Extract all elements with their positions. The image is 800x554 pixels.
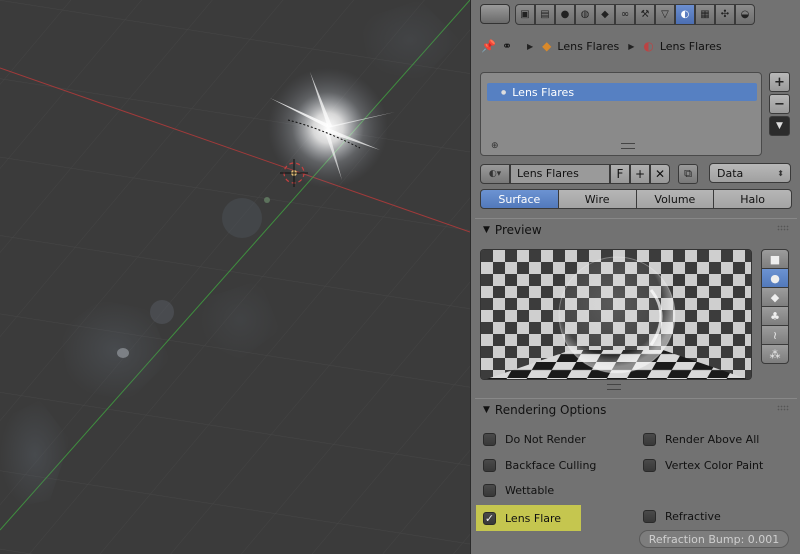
preview-sky-icon[interactable]: ⁂ <box>761 344 789 364</box>
chevron-right-icon: ▶ <box>628 41 635 51</box>
link-mode-select[interactable]: Data ⬍ <box>709 163 791 183</box>
collapse-triangle-icon: ▼ <box>483 224 490 235</box>
tab-surface[interactable]: Surface <box>480 189 559 209</box>
material-slot-item[interactable]: ● Lens Flares <box>487 83 757 101</box>
constraints-icon[interactable]: ∞ <box>615 4 635 25</box>
layers-icon[interactable]: ▤ <box>535 4 555 25</box>
preview-monkey-icon[interactable]: ♣ <box>761 306 789 326</box>
properties-header: ▣ ▤ ● ◍ ◆ ∞ ⚒ ▽ ◐ ▦ ✣ ◒ <box>471 0 800 30</box>
backface-culling-label: Backface Culling <box>505 459 597 472</box>
drag-handle-icon[interactable] <box>777 225 789 231</box>
physics-icon[interactable]: ◒ <box>735 4 755 25</box>
slot-specials-menu[interactable]: ▼ <box>769 116 790 136</box>
render-above-all-checkbox[interactable] <box>643 433 656 446</box>
drag-handle-icon[interactable] <box>777 405 789 411</box>
preview-render <box>481 250 751 379</box>
new-material-button[interactable]: + <box>630 163 650 184</box>
render-icon[interactable]: ▣ <box>515 4 535 25</box>
material-icon: ● <box>501 88 507 96</box>
preview-type-buttons: ■ ● ◆ ♣ ≀ ⁂ <box>761 249 789 364</box>
object-icon[interactable]: ◆ <box>595 4 615 25</box>
preview-panel-header[interactable]: ▼ Preview <box>475 218 797 240</box>
world-icon[interactable]: ◍ <box>575 4 595 25</box>
rendering-options-title: Rendering Options <box>494 402 607 417</box>
browse-material-button[interactable]: ◐▾ <box>480 163 510 184</box>
updown-arrow-icon: ⬍ <box>777 168 784 178</box>
wettable-label: Wettable <box>505 484 555 497</box>
render-above-all-option[interactable]: Render Above All <box>643 433 759 446</box>
3d-viewport[interactable] <box>0 0 470 554</box>
data-icon[interactable]: ▽ <box>655 4 675 25</box>
lens-flare-checkbox[interactable]: ✓ <box>483 511 496 525</box>
add-slot-button[interactable]: + <box>769 72 790 92</box>
scene-icon[interactable]: ● <box>555 4 575 25</box>
collapse-triangle-icon: ▼ <box>483 404 490 415</box>
backface-culling-checkbox[interactable] <box>483 459 496 472</box>
vertex-color-paint-checkbox[interactable] <box>643 459 656 472</box>
refractive-label: Refractive <box>665 510 721 523</box>
filter-icon[interactable]: ⊕ <box>491 141 499 151</box>
lens-flare-label: Lens Flare <box>505 511 562 525</box>
vertex-color-paint-label: Vertex Color Paint <box>665 459 764 472</box>
resize-grip[interactable] <box>607 384 621 390</box>
properties-editor: ▣ ▤ ● ◍ ◆ ∞ ⚒ ▽ ◐ ▦ ✣ ◒ 📌 ⚭ ▶ ◆ Lens Fla… <box>470 0 800 554</box>
lens-flare-option[interactable]: ✓ Lens Flare <box>476 505 581 531</box>
material-slot-label: Lens Flares <box>512 85 575 99</box>
unlink-material-button[interactable]: ✕ <box>650 163 670 184</box>
vertex-color-paint-option[interactable]: Vertex Color Paint <box>643 459 763 472</box>
breadcrumb-object: Lens Flares <box>557 39 620 53</box>
material-icon[interactable]: ◐ <box>675 4 695 25</box>
wettable-checkbox[interactable] <box>483 484 496 497</box>
do-not-render-label: Do Not Render <box>505 433 586 446</box>
slot-buttons: + − ▼ <box>769 72 791 138</box>
chevron-right-icon: ▶ <box>527 41 534 51</box>
render-above-all-label: Render Above All <box>665 433 760 446</box>
pin-icon[interactable]: 📌 <box>481 39 496 53</box>
preview-plane-icon[interactable]: ■ <box>761 249 789 269</box>
do-not-render-option[interactable]: Do Not Render <box>483 433 586 446</box>
editor-type-button[interactable] <box>480 4 510 24</box>
refractive-option[interactable]: Refractive <box>643 510 721 523</box>
material-type-tabs: Surface Wire Volume Halo <box>480 189 792 209</box>
wettable-option[interactable]: Wettable <box>483 484 554 497</box>
preview-title: Preview <box>494 222 542 237</box>
breadcrumb-material: Lens Flares <box>659 39 722 53</box>
refractive-checkbox[interactable] <box>643 510 656 523</box>
backface-culling-option[interactable]: Backface Culling <box>483 459 596 472</box>
tab-volume[interactable]: Volume <box>635 189 715 209</box>
material-icon: ◐ <box>643 39 654 53</box>
node-tree-icon[interactable]: ⧉ <box>678 163 698 184</box>
object-icon: ◆ <box>542 39 552 53</box>
rendering-options-panel-header[interactable]: ▼ Rendering Options <box>475 398 797 420</box>
context-tabs: ▣ ▤ ● ◍ ◆ ∞ ⚒ ▽ ◐ ▦ ✣ ◒ <box>515 4 755 25</box>
preview-hair-icon[interactable]: ≀ <box>761 325 789 345</box>
remove-slot-button[interactable]: − <box>769 94 790 114</box>
do-not-render-checkbox[interactable] <box>483 433 496 446</box>
refraction-bump-slider[interactable]: Refraction Bump: 0.001 <box>639 530 789 548</box>
material-name-field[interactable]: Lens Flares <box>510 163 610 184</box>
breadcrumb: 📌 ⚭ ▶ ◆ Lens Flares ▶ ◐ Lens Flares <box>481 36 722 56</box>
particles-icon[interactable]: ✣ <box>715 4 735 25</box>
resize-grip[interactable] <box>621 143 635 149</box>
scene-icon: ⚭ <box>501 39 513 53</box>
fake-user-button[interactable]: F <box>610 163 630 184</box>
link-mode-value: Data <box>717 166 744 180</box>
material-datablock: ◐▾ Lens Flares F + ✕ ⧉ <box>480 163 698 184</box>
material-slot-list[interactable]: ● Lens Flares ⊕ <box>480 72 762 156</box>
modifiers-icon[interactable]: ⚒ <box>635 4 655 25</box>
tab-wire[interactable]: Wire <box>557 189 637 209</box>
viewport-scene <box>0 0 470 554</box>
preview-cube-icon[interactable]: ◆ <box>761 287 789 307</box>
texture-icon[interactable]: ▦ <box>695 4 715 25</box>
material-preview <box>480 249 752 380</box>
preview-sphere-icon[interactable]: ● <box>761 268 789 288</box>
tab-halo[interactable]: Halo <box>713 189 792 209</box>
